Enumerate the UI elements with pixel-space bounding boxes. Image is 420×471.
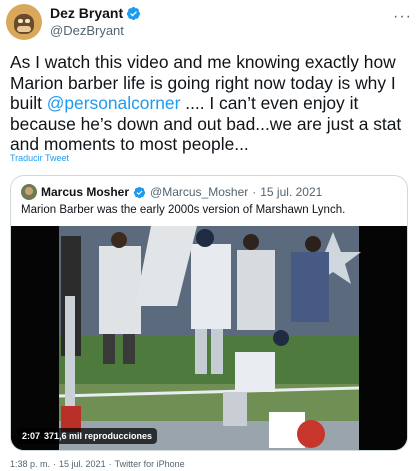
video-duration: 2:07 [22,431,41,441]
quoted-tweet[interactable]: Marcus Mosher @Marcus_Mosher · 15 jul. 2… [10,175,408,451]
more-options-icon[interactable]: ··· [393,8,412,26]
author-display-name[interactable]: Dez Bryant [50,5,123,21]
author-avatar[interactable] [6,4,42,40]
tweet-header: Dez Bryant @DezBryant ··· [6,4,414,40]
video-views: 371,6 mil reproducciones [44,431,153,441]
tweet-time[interactable]: 1:38 p. m. [10,459,50,469]
author-handle[interactable]: @DezBryant [50,23,141,38]
tweet-source: Twitter for iPhone [114,459,185,469]
tweet-date[interactable]: 15 jul. 2021 [59,459,106,469]
quoted-tweet-header: Marcus Mosher @Marcus_Mosher · 15 jul. 2… [21,184,322,200]
separator-dot: · [53,459,57,469]
video-frame-image [11,226,407,450]
separator-dot: · [252,185,257,199]
translate-tweet-link[interactable]: Traducir Tweet [10,153,69,163]
quoted-text: Marion Barber was the early 2000s versio… [21,204,346,216]
quoted-handle[interactable]: @Marcus_Mosher [150,185,248,199]
mention-link[interactable]: @personalcorner [47,93,181,113]
quoted-date[interactable]: 15 jul. 2021 [260,185,322,199]
quoted-display-name[interactable]: Marcus Mosher [41,185,129,199]
separator-dot: · [108,459,112,469]
video-player[interactable]: 2:07 371,6 mil reproducciones [11,226,407,450]
tweet-footer: 1:38 p. m. · 15 jul. 2021 · Twitter for … [10,459,185,469]
author-names: Dez Bryant @DezBryant [50,5,141,38]
tweet-text: As I watch this video and me knowing exa… [10,52,414,155]
verified-badge-icon [133,186,146,198]
video-stats-overlay: 2:07 371,6 mil reproducciones [17,428,158,444]
verified-badge-icon [127,6,141,20]
quoted-author-avatar[interactable] [21,184,37,200]
